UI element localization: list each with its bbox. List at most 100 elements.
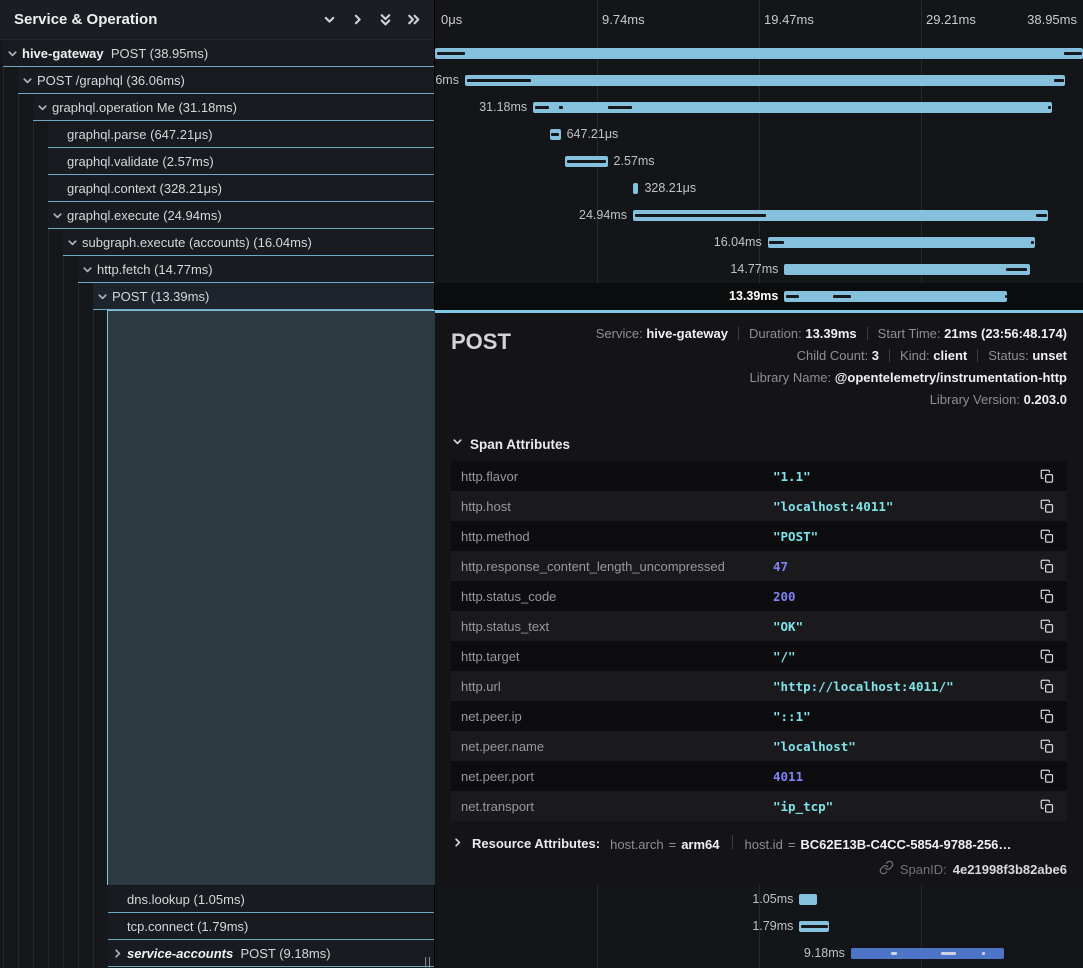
- span-meta: Service: hive-gatewayDuration: 13.39msSt…: [511, 323, 1067, 411]
- copy-icon[interactable]: [1039, 798, 1055, 814]
- attribute-value: "localhost:4011": [773, 499, 1067, 514]
- span-duration-label: 14.77ms: [730, 256, 778, 283]
- attribute-row: http.status_text"OK": [451, 611, 1067, 641]
- span-label: POST /graphql (36.06ms): [37, 73, 185, 88]
- span-tree-row[interactable]: tcp.connect (1.79ms): [108, 913, 434, 940]
- attribute-key: http.response_content_length_uncompresse…: [451, 559, 773, 574]
- span-tree-row[interactable]: dns.lookup (1.05ms): [108, 886, 434, 913]
- indent-guide: [33, 40, 34, 968]
- copy-icon[interactable]: [1039, 708, 1055, 724]
- attribute-value: "ip_tcp": [773, 799, 1067, 814]
- copy-icon[interactable]: [1039, 558, 1055, 574]
- attribute-key: http.url: [451, 679, 773, 694]
- attribute-row: net.peer.name"localhost": [451, 731, 1067, 761]
- attribute-value: "::1": [773, 709, 1067, 724]
- span-tree-row[interactable]: graphql.context (328.21μs): [48, 175, 434, 202]
- span-label: hive-gateway POST (38.95ms): [22, 46, 208, 61]
- span-label: graphql.validate (2.57ms): [67, 154, 214, 169]
- expand-one-icon[interactable]: [344, 7, 370, 33]
- copy-icon[interactable]: [1039, 648, 1055, 664]
- copy-icon[interactable]: [1039, 678, 1055, 694]
- chevron-down-icon[interactable]: [65, 236, 79, 249]
- chevron-down-icon[interactable]: [20, 74, 34, 87]
- expand-all-icon[interactable]: [400, 7, 426, 33]
- chevron-right-icon[interactable]: [110, 947, 124, 960]
- span-tree-row[interactable]: subgraph.execute (accounts) (16.04ms): [63, 229, 434, 256]
- attribute-row: http.target"/": [451, 641, 1067, 671]
- attribute-row: http.flavor"1.1": [451, 461, 1067, 491]
- timeline-row: 328.21μs: [435, 175, 1083, 202]
- span-bar[interactable]: [465, 75, 1065, 86]
- span-bar[interactable]: [435, 48, 1083, 59]
- span-meta-line: Library Name: @opentelemetry/instrumenta…: [511, 367, 1067, 389]
- copy-icon[interactable]: [1039, 588, 1055, 604]
- span-tree-row[interactable]: POST /graphql (36.06ms): [18, 67, 434, 94]
- chevron-right-icon: [451, 836, 464, 852]
- child-span-marker: [1064, 52, 1082, 55]
- span-attributes-section-toggle[interactable]: Span Attributes: [451, 435, 1067, 453]
- span-duration-label: 328.21μs: [644, 175, 696, 202]
- meta-value: @opentelemetry/instrumentation-http: [835, 370, 1067, 385]
- meta-divider: [889, 349, 890, 362]
- copy-icon[interactable]: [1039, 618, 1055, 634]
- span-tree-row[interactable]: graphql.parse (647.21μs): [48, 121, 434, 148]
- timeline-row: 647.21μs: [435, 121, 1083, 148]
- span-bar[interactable]: [784, 291, 1007, 302]
- copy-icon[interactable]: [1039, 468, 1055, 484]
- span-duration-label: 647.21μs: [567, 121, 619, 148]
- equals-sign: =: [788, 837, 796, 852]
- service-name: service-accounts: [127, 946, 233, 961]
- link-icon[interactable]: [879, 860, 894, 878]
- span-meta-line: Service: hive-gatewayDuration: 13.39msSt…: [511, 323, 1067, 345]
- span-bar[interactable]: [851, 948, 1004, 959]
- resource-attributes-row[interactable]: Resource Attributes: host.arch=arm64host…: [451, 835, 1067, 852]
- span-duration-label: 36.06ms: [435, 67, 459, 94]
- timeline-top-zone: 0μs9.74ms19.47ms29.21ms38.95ms36.06ms31.…: [435, 0, 1083, 310]
- attribute-value: "/": [773, 649, 1067, 664]
- chevron-down-icon[interactable]: [5, 47, 19, 60]
- meta-label: Child Count:: [797, 348, 872, 363]
- timeline-row: 1.05ms: [435, 886, 1083, 913]
- chevron-down-icon[interactable]: [50, 209, 64, 222]
- span-bar[interactable]: [768, 237, 1035, 248]
- chevron-down-icon[interactable]: [95, 290, 109, 303]
- attribute-value: 47: [773, 559, 1067, 574]
- panel-resize-handle[interactable]: ||: [424, 956, 432, 968]
- indent-guide: [3, 40, 4, 968]
- meta-label: Status:: [988, 348, 1032, 363]
- child-span-marker: [786, 295, 799, 298]
- copy-icon[interactable]: [1039, 528, 1055, 544]
- copy-icon[interactable]: [1039, 738, 1055, 754]
- span-bar[interactable]: [784, 264, 1030, 275]
- span-tree-row[interactable]: graphql.validate (2.57ms): [48, 148, 434, 175]
- chevron-down-icon[interactable]: [35, 101, 49, 114]
- span-tree-row[interactable]: graphql.execute (24.94ms): [48, 202, 434, 229]
- span-bar[interactable]: [633, 183, 638, 194]
- attribute-key: http.host: [451, 499, 773, 514]
- chevron-down-icon[interactable]: [80, 263, 94, 276]
- span-tree-row[interactable]: POST (13.39ms): [93, 283, 434, 310]
- child-span-marker: [535, 106, 549, 109]
- meta-label: Library Version:: [930, 392, 1024, 407]
- child-span-marker: [1036, 214, 1047, 217]
- attribute-value: "POST": [773, 529, 1067, 544]
- collapse-one-icon[interactable]: [316, 7, 342, 33]
- span-tree-row[interactable]: service-accounts POST (9.18ms): [108, 940, 434, 967]
- meta-value: client: [933, 348, 967, 363]
- copy-icon[interactable]: [1039, 768, 1055, 784]
- span-tree-row[interactable]: hive-gateway POST (38.95ms): [3, 40, 434, 67]
- meta-label: Kind:: [900, 348, 933, 363]
- service-name: hive-gateway: [22, 46, 104, 61]
- collapse-all-icon[interactable]: [372, 7, 398, 33]
- chevron-down-icon: [451, 435, 464, 453]
- copy-icon[interactable]: [1039, 498, 1055, 514]
- span-duration-label: 31.18ms: [479, 94, 527, 121]
- span-bar[interactable]: [799, 894, 816, 905]
- attribute-value: "1.1": [773, 469, 1067, 484]
- attribute-row: http.host"localhost:4011": [451, 491, 1067, 521]
- meta-label: Service:: [596, 326, 647, 341]
- span-tree-row[interactable]: http.fetch (14.77ms): [78, 256, 434, 283]
- span-label: graphql.parse (647.21μs): [67, 127, 213, 142]
- span-tree-row[interactable]: graphql.operation Me (31.18ms): [33, 94, 434, 121]
- span-label: POST (13.39ms): [112, 289, 209, 304]
